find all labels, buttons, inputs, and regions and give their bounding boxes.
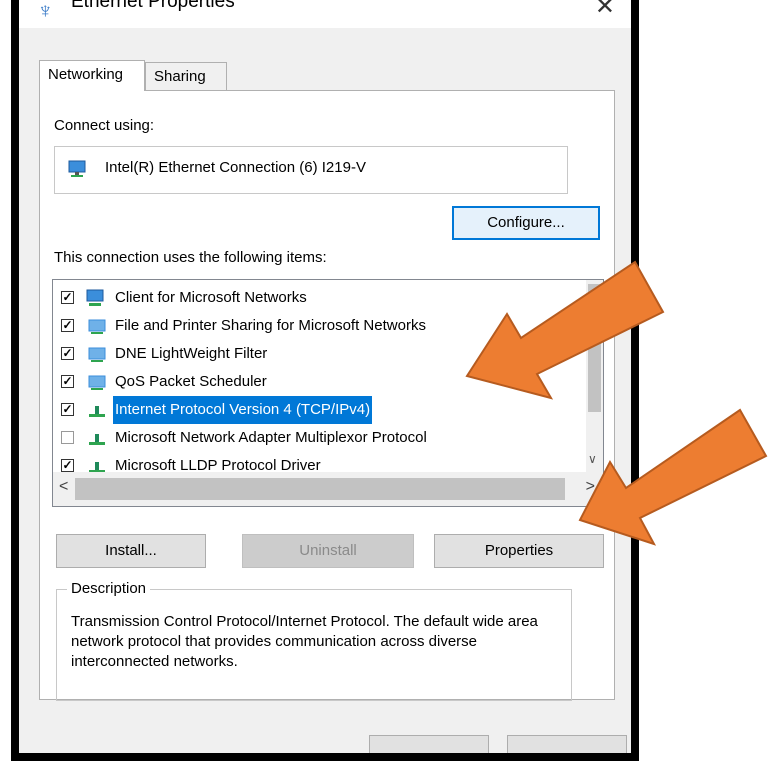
window-title: Ethernet Properties (71, 0, 235, 12)
protocol-icon (89, 434, 105, 445)
description-group: Description Transmission Control Protoco… (56, 580, 572, 701)
item-label: QoS Packet Scheduler (115, 373, 267, 390)
item-label: Client for Microsoft Networks (115, 289, 307, 306)
network-service-icon (88, 319, 106, 334)
checkbox[interactable]: ✓ (61, 319, 74, 332)
network-client-icon (86, 289, 104, 306)
adapter-name: Intel(R) Ethernet Connection (6) I219-V (105, 159, 366, 176)
scroll-thumb[interactable] (75, 478, 565, 500)
checkbox[interactable]: ✓ (61, 403, 74, 416)
tab-networking[interactable]: Networking (39, 60, 145, 91)
network-service-icon (88, 375, 106, 390)
adapter-box: Intel(R) Ethernet Connection (6) I219-V (54, 146, 568, 194)
chevron-left-icon[interactable]: < (59, 478, 68, 496)
list-item[interactable]: Microsoft Network Adapter Multiplexor Pr… (53, 424, 573, 452)
connect-using-label: Connect using: (54, 117, 155, 134)
item-label: File and Printer Sharing for Microsoft N… (115, 317, 426, 334)
close-icon[interactable]: ✕ (595, 0, 615, 21)
description-text: Transmission Control Protocol/Internet P… (71, 613, 538, 670)
annotation-arrow-icon (578, 408, 768, 546)
title-bar: ♆ Ethernet Properties ✕ (19, 0, 631, 28)
item-label: Microsoft Network Adapter Multiplexor Pr… (115, 429, 427, 446)
install-button[interactable]: Install... (56, 534, 206, 568)
annotation-arrow-icon (465, 260, 665, 400)
screenshot-frame: ♆ Ethernet Properties ✕ Networking Shari… (0, 0, 770, 761)
network-adapter-icon (68, 160, 86, 177)
items-label: This connection uses the following items… (54, 249, 327, 266)
item-label: Internet Protocol Version 4 (TCP/IPv4) (113, 396, 373, 424)
horizontal-scrollbar[interactable]: < > (53, 472, 603, 506)
network-service-icon (88, 347, 106, 362)
checkbox[interactable]: ✓ (61, 291, 74, 304)
ok-button[interactable] (369, 735, 489, 753)
tab-sharing[interactable]: Sharing (145, 62, 227, 90)
checkbox[interactable]: ✓ (61, 459, 74, 472)
checkbox[interactable]: ✓ (61, 347, 74, 360)
checkbox[interactable]: ✓ (61, 375, 74, 388)
item-label: DNE LightWeight Filter (115, 345, 268, 362)
protocol-icon (89, 406, 105, 417)
checkbox[interactable] (61, 431, 74, 444)
configure-button[interactable]: Configure... (452, 206, 600, 240)
uninstall-button[interactable]: Uninstall (242, 534, 414, 568)
network-adapter-icon: ♆ (37, 0, 54, 23)
cancel-button[interactable] (507, 735, 627, 753)
description-legend: Description (67, 580, 151, 597)
